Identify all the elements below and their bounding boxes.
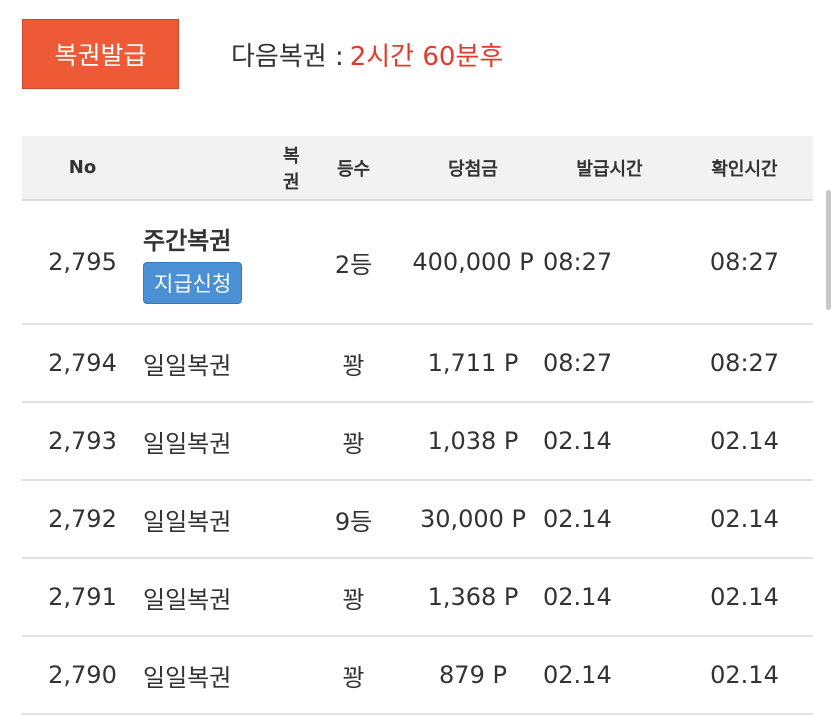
- row-checked: 02.14: [676, 480, 813, 559]
- row-type: 일일복권: [143, 558, 304, 637]
- row-type: 일일복권: [143, 324, 304, 403]
- table-row: 2,794 일일복권 꽝 1,711 P 08:27 08:27: [22, 324, 813, 403]
- row-no: 2,792: [22, 480, 143, 559]
- table-row: 2,790 일일복권 꽝 879 P 02.14 02.14: [22, 636, 813, 715]
- next-lottery-countdown: 2시간 60분후: [349, 41, 504, 72]
- row-checked: 08:27: [676, 200, 813, 325]
- row-rank: 9등: [304, 480, 403, 559]
- row-checked: 02.14: [676, 402, 813, 481]
- row-rank: 꽝: [304, 324, 403, 403]
- row-type-cell: 주간복권 지급신청: [143, 200, 304, 325]
- column-header-issued: 발급시간: [543, 136, 676, 201]
- row-rank: 2등: [304, 200, 403, 325]
- row-checked: 02.14: [676, 558, 813, 637]
- row-prize: 30,000 P: [403, 480, 543, 559]
- table-row: 2,792 일일복권 9등 30,000 P 02.14 02.14: [22, 480, 813, 559]
- row-no: 2,791: [22, 558, 143, 637]
- row-no: 2,790: [22, 636, 143, 715]
- row-prize: 1,711 P: [403, 324, 543, 403]
- table-header-row: No 복권 등수 당첨금 발급시간 확인시간: [22, 136, 813, 201]
- lottery-history-table: No 복권 등수 당첨금 발급시간 확인시간 2,795 주간복권 지급신청 2…: [22, 136, 813, 715]
- next-lottery-label: 다음복권 :: [231, 41, 344, 72]
- row-rank: 꽝: [304, 636, 403, 715]
- row-issued: 02.14: [543, 480, 676, 559]
- table-row: 2,793 일일복권 꽝 1,038 P 02.14 02.14: [22, 402, 813, 481]
- row-prize: 1,368 P: [403, 558, 543, 637]
- column-header-rank: 등수: [304, 136, 403, 201]
- column-header-checked: 확인시간: [676, 136, 813, 201]
- row-issued: 08:27: [543, 324, 676, 403]
- row-no: 2,793: [22, 402, 143, 481]
- row-type: 일일복권: [143, 636, 304, 715]
- row-type: 일일복권: [143, 480, 304, 559]
- row-rank: 꽝: [304, 402, 403, 481]
- next-lottery-info: 다음복권 :2시간 60분후: [231, 36, 503, 73]
- claim-payout-button[interactable]: 지급신청: [143, 261, 243, 304]
- row-prize: 400,000 P: [403, 200, 543, 325]
- row-type: 주간복권: [143, 226, 232, 255]
- row-checked: 08:27: [676, 324, 813, 403]
- row-prize: 879 P: [403, 636, 543, 715]
- row-issued: 02.14: [543, 636, 676, 715]
- row-checked: 02.14: [676, 636, 813, 715]
- column-header-no: No: [22, 136, 143, 201]
- row-prize: 1,038 P: [403, 402, 543, 481]
- table-row: 2,795 주간복권 지급신청 2등 400,000 P 08:27 08:27: [22, 200, 813, 325]
- row-issued: 02.14: [543, 558, 676, 637]
- row-no: 2,795: [22, 200, 143, 325]
- column-header-prize: 당첨금: [403, 136, 543, 201]
- row-type: 일일복권: [143, 402, 304, 481]
- row-no: 2,794: [22, 324, 143, 403]
- top-bar: 복권발급 다음복권 :2시간 60분후: [22, 18, 503, 90]
- table-row: 2,791 일일복권 꽝 1,368 P 02.14 02.14: [22, 558, 813, 637]
- issue-lottery-button[interactable]: 복권발급: [22, 19, 179, 89]
- row-issued: 08:27: [543, 200, 676, 325]
- column-header-type: 복권: [143, 136, 304, 201]
- vertical-scrollbar[interactable]: [826, 190, 831, 310]
- row-rank: 꽝: [304, 558, 403, 637]
- row-issued: 02.14: [543, 402, 676, 481]
